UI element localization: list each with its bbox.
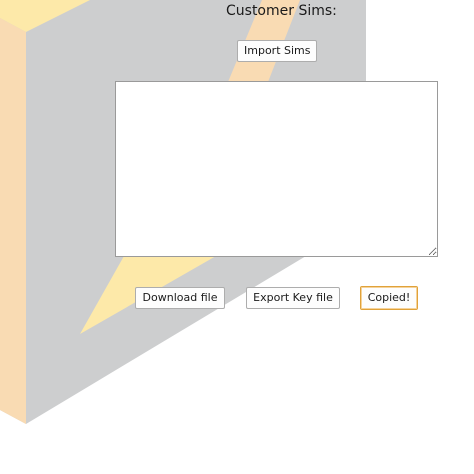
- page: Customer Sims: Import Sims Download file…: [0, 0, 474, 474]
- export-key-file-button[interactable]: Export Key file: [246, 287, 340, 309]
- peach-side-shape: [0, 18, 26, 424]
- copy-button[interactable]: Copied!: [360, 286, 418, 310]
- sims-textarea[interactable]: [115, 81, 438, 257]
- import-sims-button[interactable]: Import Sims: [237, 40, 317, 62]
- download-file-button[interactable]: Download file: [135, 287, 225, 309]
- page-title: Customer Sims:: [226, 3, 337, 19]
